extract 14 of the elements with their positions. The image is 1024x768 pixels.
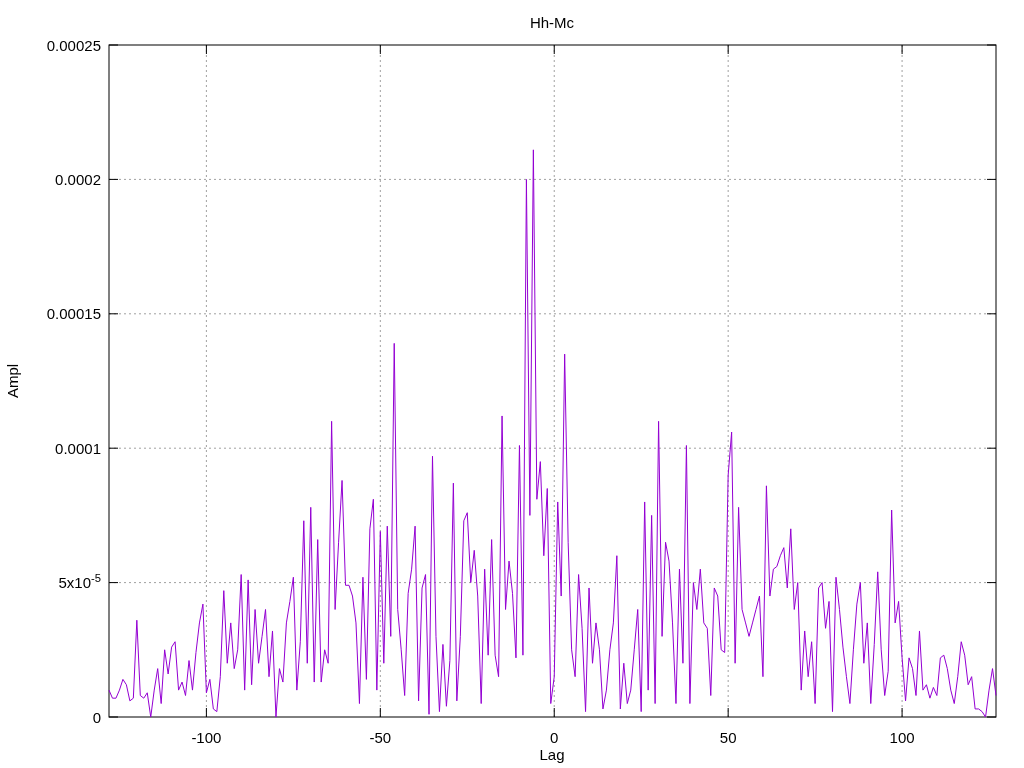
- tick-label: 0.0002: [55, 171, 101, 187]
- tick-label: 0.00015: [46, 306, 101, 322]
- tick-label: 0: [92, 709, 101, 725]
- tick-label: -100: [191, 729, 222, 746]
- tick-label: 100: [889, 729, 915, 746]
- tick-label: 50: [719, 729, 737, 746]
- axis-label: Lag: [539, 746, 565, 763]
- axis-label: Ampl: [4, 363, 21, 399]
- tick-label: 0.00025: [46, 37, 101, 53]
- tick-label: 5x10$^{-5}$: [58, 575, 101, 591]
- tick-label: -50: [369, 729, 392, 746]
- tick-label: 0.0001: [55, 440, 101, 456]
- tick-label: 0: [550, 729, 559, 746]
- chart-title: Hh-Mc: [529, 14, 575, 31]
